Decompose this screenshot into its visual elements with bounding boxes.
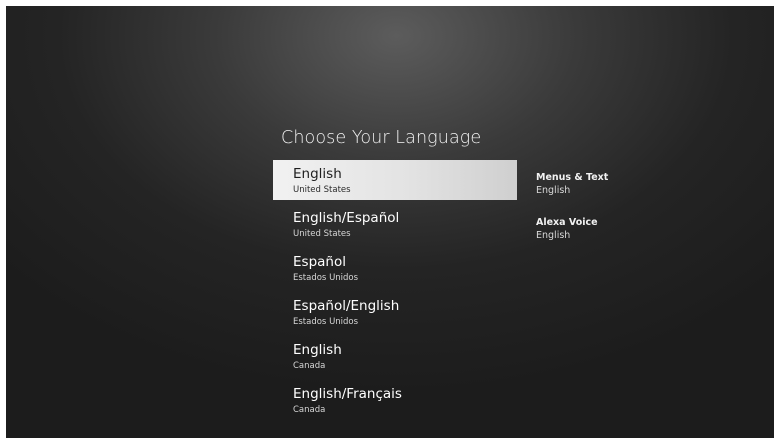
menus-text-value: English xyxy=(536,185,571,196)
language-name: English xyxy=(293,342,342,358)
language-region: Estados Unidos xyxy=(293,317,359,327)
page-title: Choose Your Language xyxy=(281,128,482,148)
language-option-espanol-us[interactable]: Español Estados Unidos xyxy=(273,248,517,288)
language-option-english-espanol-us[interactable]: English/Español United States xyxy=(273,204,517,244)
language-name: English xyxy=(293,166,342,182)
language-name: English/Français xyxy=(293,386,402,402)
language-details-panel: Menus & Text English Alexa Voice English xyxy=(536,171,686,261)
language-option-english-us[interactable]: English United States xyxy=(273,160,517,200)
language-option-english-canada[interactable]: English Canada xyxy=(273,336,517,376)
language-region: Estados Unidos xyxy=(293,273,359,283)
menus-text-label: Menus & Text xyxy=(536,172,609,183)
alexa-voice-detail: Alexa Voice English xyxy=(536,216,686,242)
language-region: United States xyxy=(293,185,351,195)
language-region: Canada xyxy=(293,361,326,371)
language-setup-screen: Choose Your Language English United Stat… xyxy=(6,6,774,438)
alexa-voice-value: English xyxy=(536,230,571,241)
language-name: Español/English xyxy=(293,298,400,314)
language-name: Español xyxy=(293,254,346,270)
language-list: English United States English/Español Un… xyxy=(273,160,517,424)
language-region: United States xyxy=(293,229,351,239)
language-name: English/Español xyxy=(293,210,400,226)
language-option-english-francais-canada[interactable]: English/Français Canada xyxy=(273,380,517,420)
menus-text-detail: Menus & Text English xyxy=(536,171,686,197)
language-region: Canada xyxy=(293,405,326,415)
alexa-voice-label: Alexa Voice xyxy=(536,217,598,228)
language-option-espanol-english-us[interactable]: Español/English Estados Unidos xyxy=(273,292,517,332)
